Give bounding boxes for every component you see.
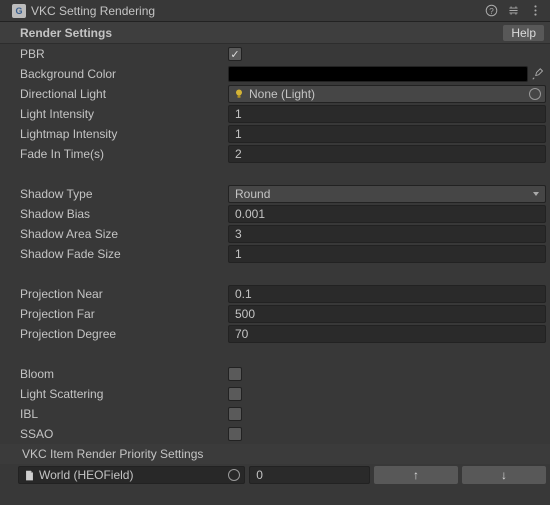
fade-in-time-label: Fade In Time(s) bbox=[20, 147, 228, 161]
svg-text:?: ? bbox=[489, 7, 494, 16]
shadow-type-value: Round bbox=[235, 187, 270, 201]
projection-degree-input[interactable] bbox=[228, 325, 546, 343]
pbr-label: PBR bbox=[20, 47, 228, 61]
shadow-fade-size-label: Shadow Fade Size bbox=[20, 247, 228, 261]
object-picker-icon[interactable] bbox=[529, 88, 541, 100]
shadow-bias-input[interactable] bbox=[228, 205, 546, 223]
shadow-type-label: Shadow Type bbox=[20, 187, 228, 201]
projection-near-input[interactable] bbox=[228, 285, 546, 303]
directional-light-field[interactable]: None (Light) bbox=[228, 85, 546, 103]
projection-near-label: Projection Near bbox=[20, 287, 228, 301]
ibl-checkbox[interactable] bbox=[228, 407, 242, 421]
window-title: VKC Setting Rendering bbox=[31, 4, 155, 18]
panel-header: Render Settings Help bbox=[0, 22, 550, 44]
ssao-label: SSAO bbox=[20, 427, 228, 441]
ibl-label: IBL bbox=[20, 407, 228, 421]
projection-degree-label: Projection Degree bbox=[20, 327, 228, 341]
context-menu-icon[interactable] bbox=[526, 2, 544, 20]
light-intensity-label: Light Intensity bbox=[20, 107, 228, 121]
help-icon[interactable]: ? bbox=[482, 2, 500, 20]
directional-light-value: None (Light) bbox=[249, 87, 315, 101]
page-icon bbox=[23, 469, 35, 481]
shadow-area-size-input[interactable] bbox=[228, 225, 546, 243]
light-icon bbox=[233, 88, 245, 100]
background-color-label: Background Color bbox=[20, 67, 228, 81]
shadow-type-dropdown[interactable]: Round bbox=[228, 185, 546, 203]
bloom-label: Bloom bbox=[20, 367, 228, 381]
light-scattering-checkbox[interactable] bbox=[228, 387, 242, 401]
priority-value-input[interactable] bbox=[249, 466, 370, 484]
panel-title: Render Settings bbox=[20, 26, 112, 40]
light-scattering-label: Light Scattering bbox=[20, 387, 228, 401]
projection-far-input[interactable] bbox=[228, 305, 546, 323]
priority-up-button[interactable]: ↑ bbox=[374, 466, 458, 484]
lightmap-intensity-input[interactable] bbox=[228, 125, 546, 143]
projection-far-label: Projection Far bbox=[20, 307, 228, 321]
eyedropper-icon[interactable] bbox=[530, 65, 546, 83]
fade-in-time-input[interactable] bbox=[228, 145, 546, 163]
light-intensity-input[interactable] bbox=[228, 105, 546, 123]
settings-icon[interactable] bbox=[504, 2, 522, 20]
titlebar: G VKC Setting Rendering ? bbox=[0, 0, 550, 22]
shadow-bias-label: Shadow Bias bbox=[20, 207, 228, 221]
ssao-checkbox[interactable] bbox=[228, 427, 242, 441]
object-picker-icon[interactable] bbox=[228, 469, 240, 481]
shadow-fade-size-input[interactable] bbox=[228, 245, 546, 263]
priority-item-name: World (HEOField) bbox=[39, 468, 133, 482]
window-tab[interactable]: G VKC Setting Rendering bbox=[4, 0, 163, 21]
directional-light-label: Directional Light bbox=[20, 87, 228, 101]
tab-icon: G bbox=[12, 4, 26, 18]
shadow-area-size-label: Shadow Area Size bbox=[20, 227, 228, 241]
priority-header: VKC Item Render Priority Settings bbox=[0, 444, 550, 464]
help-button[interactable]: Help bbox=[503, 25, 544, 41]
priority-item-field[interactable]: World (HEOField) bbox=[18, 466, 245, 484]
priority-down-button[interactable]: ↓ bbox=[462, 466, 546, 484]
background-color-swatch[interactable] bbox=[228, 66, 528, 82]
pbr-checkbox[interactable] bbox=[228, 47, 242, 61]
bloom-checkbox[interactable] bbox=[228, 367, 242, 381]
lightmap-intensity-label: Lightmap Intensity bbox=[20, 127, 228, 141]
